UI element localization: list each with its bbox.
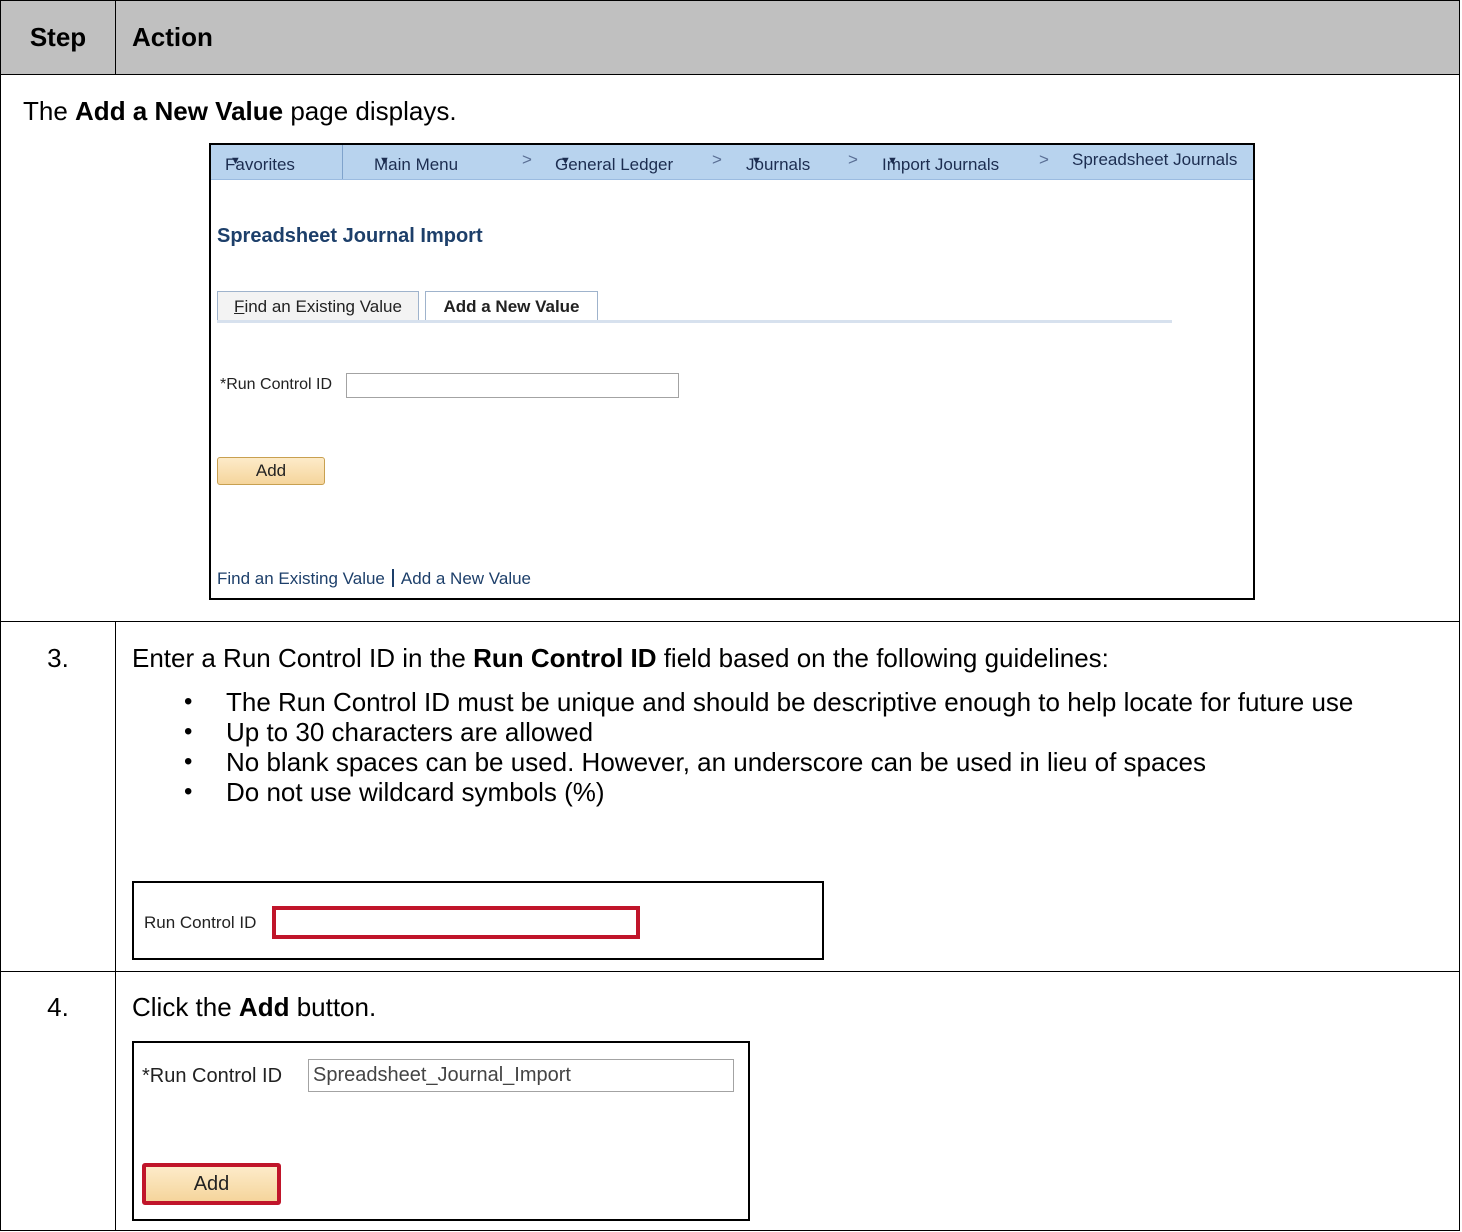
column-divider — [115, 621, 116, 1230]
link-divider — [391, 569, 394, 587]
page-title: Spreadsheet Journal Import — [217, 225, 483, 247]
nav-spreadsheet-journals[interactable]: Spreadsheet Journals — [1072, 150, 1237, 170]
chevron-right-icon: > — [1039, 150, 1049, 169]
table-header-row: Step Action — [1, 1, 1459, 75]
list-item: Do not use wildcard symbols (%) — [184, 777, 1449, 807]
caret-down-icon: ▼ — [887, 155, 898, 167]
list-item: Up to 30 characters are allowed — [184, 717, 1449, 747]
guidelines-list: The Run Control ID must be unique and sh… — [184, 687, 1449, 807]
row-divider — [1, 621, 1459, 622]
add-new-value-screenshot: Favorites ▼ Main Menu ▼ > General Ledger ▼ … — [209, 143, 1255, 600]
find-existing-value-link[interactable]: Find an Existing Value — [217, 569, 385, 588]
caret-down-icon: ▼ — [751, 155, 762, 167]
nav-divider — [342, 145, 343, 179]
step-4-number: 4. — [47, 992, 69, 1022]
chevron-right-icon: > — [712, 150, 722, 169]
tab-find-existing-value[interactable]: Find an Existing Value — [217, 291, 419, 321]
list-item: The Run Control ID must be unique and sh… — [184, 687, 1449, 717]
add-button[interactable]: Add — [142, 1163, 281, 1205]
run-control-id-input[interactable] — [272, 906, 640, 939]
footer-links: Find an Existing Value Add a New Value — [217, 569, 531, 589]
navigation-bar: Favorites ▼ Main Menu ▼ > General Ledger ▼ … — [211, 145, 1253, 180]
step-column-header: Step — [1, 1, 116, 74]
step-3-instruction: Enter a Run Control ID in the Run Contro… — [132, 643, 1109, 673]
chevron-right-icon: > — [522, 150, 532, 169]
caret-down-icon: ▼ — [230, 155, 241, 167]
caret-down-icon: ▼ — [379, 155, 390, 167]
action-column-header: Action — [132, 22, 213, 52]
step-4-instruction: Click the Add button. — [132, 992, 377, 1022]
run-control-id-label: Run Control ID — [144, 913, 257, 932]
instruction-table: Step Action The Add a New Value page dis… — [0, 0, 1460, 1231]
run-control-id-label: *Run Control ID — [220, 376, 333, 393]
run-control-id-input[interactable]: Spreadsheet_Journal_Import — [308, 1059, 734, 1092]
caret-down-icon: ▼ — [560, 155, 571, 167]
chevron-right-icon: > — [848, 150, 858, 169]
run-control-id-snippet: Run Control ID — [132, 881, 824, 960]
add-new-value-link[interactable]: Add a New Value — [401, 569, 531, 588]
tab-underline — [217, 320, 1172, 323]
run-control-id-label: *Run Control ID — [142, 1065, 283, 1087]
row-divider — [1, 971, 1459, 972]
list-item: No blank spaces can be used. However, an… — [184, 747, 1449, 777]
intro-text: The Add a New Value page displays. — [23, 96, 457, 126]
run-control-id-input[interactable] — [346, 373, 679, 398]
add-button-snippet: *Run Control ID Spreadsheet_Journal_Impo… — [132, 1041, 750, 1221]
add-button[interactable]: Add — [217, 457, 325, 485]
step-3-number: 3. — [47, 643, 69, 673]
tab-add-new-value[interactable]: Add a New Value — [425, 291, 598, 321]
